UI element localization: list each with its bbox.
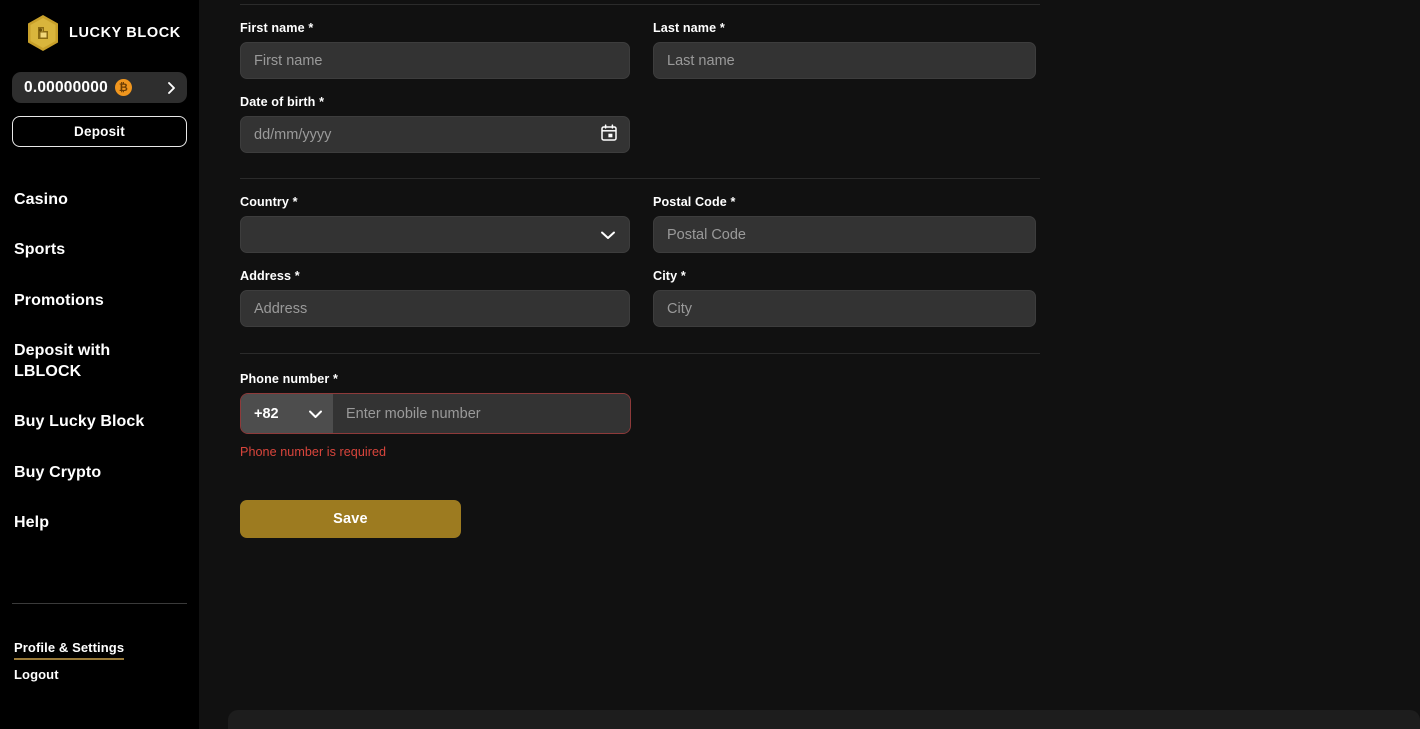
balance-amount: 0.00000000 — [24, 78, 108, 96]
city-col: City * — [653, 253, 1036, 327]
last-name-col: Last name * — [653, 5, 1036, 79]
chevron-down-icon — [600, 230, 616, 240]
app-root: LUCKY BLOCK 0.00000000 ₿ Deposit Casino … — [0, 0, 1420, 729]
section-divider-phone — [240, 353, 1040, 354]
first-name-label-text: First name — [240, 21, 305, 35]
postal-code-label-text: Postal Code — [653, 195, 727, 209]
phone-number-label: Phone number * — [240, 372, 1420, 386]
phone-dial-code-select[interactable]: +82 — [241, 394, 333, 433]
last-name-label: Last name * — [653, 21, 1036, 35]
required-mark: * — [292, 195, 298, 209]
postal-code-input[interactable] — [653, 216, 1036, 253]
last-name-field: Last name * — [653, 21, 1036, 79]
phone-dial-code-value: +82 — [254, 405, 279, 422]
address-field: Address * — [240, 269, 630, 327]
main-content: First name * Last name * — [199, 0, 1420, 729]
address-label: Address * — [240, 269, 630, 283]
brand-name: LUCKY BLOCK — [69, 25, 181, 41]
city-input[interactable] — [653, 290, 1036, 327]
chevron-down-icon — [308, 409, 323, 419]
phone-number-input[interactable] — [333, 394, 630, 433]
balance-pill[interactable]: 0.00000000 ₿ — [12, 72, 187, 103]
date-of-birth-label: Date of birth * — [240, 95, 630, 109]
dob-col: Date of birth * — [240, 79, 630, 153]
sidebar-item-help[interactable]: Help — [14, 512, 187, 533]
address-city-row: Address * City * — [240, 253, 1420, 327]
profile-form: First name * Last name * — [199, 4, 1420, 538]
last-name-input[interactable] — [653, 42, 1036, 79]
last-name-label-text: Last name — [653, 21, 717, 35]
sidebar-item-casino[interactable]: Casino — [14, 189, 187, 210]
brand[interactable]: LUCKY BLOCK — [12, 0, 187, 58]
required-mark: * — [319, 95, 325, 109]
bottom-panel — [228, 710, 1420, 729]
sidebar: LUCKY BLOCK 0.00000000 ₿ Deposit Casino … — [0, 0, 199, 729]
country-col: Country * — [240, 179, 630, 253]
sidebar-item-buy-crypto[interactable]: Buy Crypto — [14, 462, 187, 483]
name-row: First name * Last name * — [240, 5, 1420, 79]
chevron-right-icon — [166, 81, 177, 95]
bitcoin-coin-icon: ₿ — [114, 79, 132, 96]
save-button[interactable]: Save — [240, 500, 461, 538]
first-name-field: First name * — [240, 21, 630, 79]
required-mark: * — [308, 21, 314, 35]
country-label: Country * — [240, 195, 630, 209]
sidebar-footer: Profile & Settings Logout — [14, 640, 125, 691]
required-mark: * — [332, 372, 338, 386]
phone-number-error: Phone number is required — [240, 445, 387, 459]
sidebar-item-deposit-with-lblock[interactable]: Deposit with LBLOCK — [14, 340, 149, 383]
dob-row: Date of birth * — [240, 79, 1420, 153]
city-label-text: City — [653, 269, 678, 283]
first-name-label: First name * — [240, 21, 630, 35]
sidebar-item-buy-lucky-block[interactable]: Buy Lucky Block — [14, 411, 187, 432]
first-name-col: First name * — [240, 5, 630, 79]
postal-code-field: Postal Code * — [653, 195, 1036, 253]
phone-number-group: +82 — [240, 393, 631, 434]
country-select[interactable] — [240, 216, 630, 253]
sidebar-item-sports[interactable]: Sports — [14, 239, 187, 260]
address-input[interactable] — [240, 290, 630, 327]
lucky-block-hex-logo-icon — [28, 15, 58, 51]
country-label-text: Country — [240, 195, 289, 209]
country-field: Country * — [240, 195, 630, 253]
sidebar-item-profile-settings[interactable]: Profile & Settings — [14, 640, 125, 660]
required-mark: * — [730, 195, 736, 209]
phone-number-label-text: Phone number — [240, 372, 330, 386]
required-mark: * — [680, 269, 686, 283]
date-of-birth-input[interactable] — [240, 116, 630, 153]
sidebar-divider — [12, 603, 187, 604]
sidebar-item-logout[interactable]: Logout — [14, 667, 124, 682]
postal-code-label: Postal Code * — [653, 195, 1036, 209]
date-of-birth-input-wrap — [240, 116, 630, 153]
city-label: City * — [653, 269, 1036, 283]
postal-col: Postal Code * — [653, 179, 1036, 253]
date-of-birth-label-text: Date of birth — [240, 95, 316, 109]
address-col: Address * — [240, 253, 630, 327]
first-name-input[interactable] — [240, 42, 630, 79]
sidebar-nav: Casino Sports Promotions Deposit with LB… — [12, 189, 187, 533]
country-postal-row: Country * Postal Code * Postal Code — [240, 179, 1420, 253]
phone-number-field: Phone number * +82 Phone number is requi… — [240, 372, 1420, 459]
city-field: City * — [653, 269, 1036, 327]
address-label-text: Address — [240, 269, 292, 283]
required-mark: * — [719, 21, 725, 35]
deposit-button[interactable]: Deposit — [12, 116, 187, 147]
required-mark: * — [294, 269, 300, 283]
sidebar-item-promotions[interactable]: Promotions — [14, 290, 187, 311]
dob-spacer — [653, 79, 1036, 153]
date-of-birth-field: Date of birth * — [240, 95, 630, 153]
